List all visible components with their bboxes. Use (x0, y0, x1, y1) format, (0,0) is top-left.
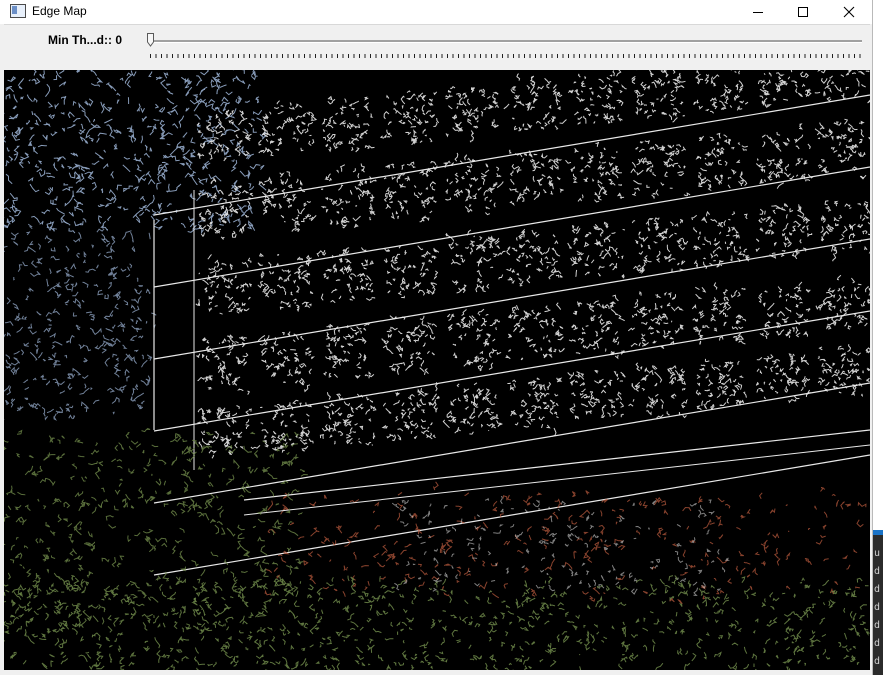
edge-cluster (567, 221, 626, 279)
edge-cluster (321, 95, 375, 153)
edge-cluster (323, 322, 375, 379)
edge-cluster (4, 427, 308, 633)
edge-cluster (568, 294, 626, 360)
edge-cluster (319, 392, 377, 446)
edge-cluster (507, 377, 563, 437)
edge-cluster (814, 70, 870, 104)
edge-cluster (756, 123, 814, 189)
edge-map-window: Edge Map Min Th...d:: 0 (0, 0, 873, 675)
edge-cluster (4, 574, 870, 670)
maximize-icon (798, 7, 808, 17)
edge-cluster (817, 344, 870, 397)
edge-cluster (815, 274, 870, 330)
trackbar-track[interactable] (150, 40, 862, 43)
edge-line (243, 429, 870, 501)
edge-line (153, 454, 870, 576)
edge-cluster (693, 70, 749, 114)
edge-cluster (508, 149, 564, 206)
edge-cluster (757, 70, 812, 109)
edge-cluster (381, 315, 438, 375)
console-char: d (874, 638, 881, 649)
console-char: u (874, 548, 881, 559)
maximize-button[interactable] (780, 0, 826, 24)
edge-cluster (195, 254, 252, 315)
edge-cluster (445, 229, 506, 294)
console-char: d (874, 620, 881, 631)
edge-cluster (444, 86, 500, 143)
edge-cluster (446, 308, 502, 372)
console-char: d (874, 566, 881, 577)
edge-cluster (628, 362, 688, 419)
edge-cluster (567, 369, 626, 420)
edge-cluster (565, 141, 625, 203)
edge-map-canvas (4, 70, 870, 670)
app-window-icon (10, 4, 26, 18)
edge-cluster (197, 177, 254, 240)
trackbar-thumb[interactable] (147, 33, 155, 47)
title-bar[interactable]: Edge Map (0, 0, 872, 24)
edge-cluster (631, 70, 686, 123)
trackbar-panel: Min Th...d:: 0 (4, 24, 870, 69)
edge-cluster (4, 218, 157, 421)
window-title: Edge Map (32, 4, 87, 18)
edge-cluster (567, 70, 627, 125)
minimize-button[interactable] (735, 0, 781, 24)
console-char: d (874, 584, 881, 595)
edge-map-image (4, 70, 870, 670)
close-button[interactable] (826, 0, 872, 24)
edge-cluster (260, 399, 314, 454)
edge-cluster (691, 282, 747, 345)
edge-line (243, 444, 870, 516)
trackbar-label: Min Th...d:: 0 (48, 33, 122, 47)
edge-line (153, 166, 870, 288)
edge-cluster (755, 353, 812, 404)
edge-cluster (627, 290, 684, 350)
edge-cluster (383, 160, 438, 223)
edge-cluster (442, 152, 504, 216)
background-window-glimpse: u d d d d d d (873, 0, 883, 675)
minimize-icon (753, 12, 763, 13)
edge-cluster (264, 481, 867, 605)
edge-cluster (316, 247, 376, 304)
edge-cluster (814, 118, 870, 180)
edge-cluster (197, 405, 261, 459)
edge-cluster (258, 100, 318, 157)
edge-cluster (505, 228, 563, 287)
edge-cluster (820, 200, 870, 262)
edge-cluster (695, 358, 747, 411)
edge-line (153, 94, 870, 216)
edge-cluster (758, 281, 811, 339)
console-char: d (874, 602, 881, 613)
console-char: d (874, 656, 881, 667)
edge-cluster (630, 140, 691, 199)
edge-cluster (503, 73, 567, 132)
edge-cluster (258, 171, 317, 232)
edge-cluster (379, 90, 440, 146)
edge-cluster (631, 217, 689, 274)
edge-cluster (442, 382, 503, 435)
edge-cluster (383, 245, 440, 299)
trackbar-ticks (150, 54, 862, 58)
edge-line (153, 238, 870, 360)
edge-cluster (257, 252, 314, 313)
edge-cluster (695, 132, 748, 191)
edge-cluster (320, 163, 377, 229)
edge-cluster (505, 302, 565, 361)
close-icon (843, 6, 855, 18)
